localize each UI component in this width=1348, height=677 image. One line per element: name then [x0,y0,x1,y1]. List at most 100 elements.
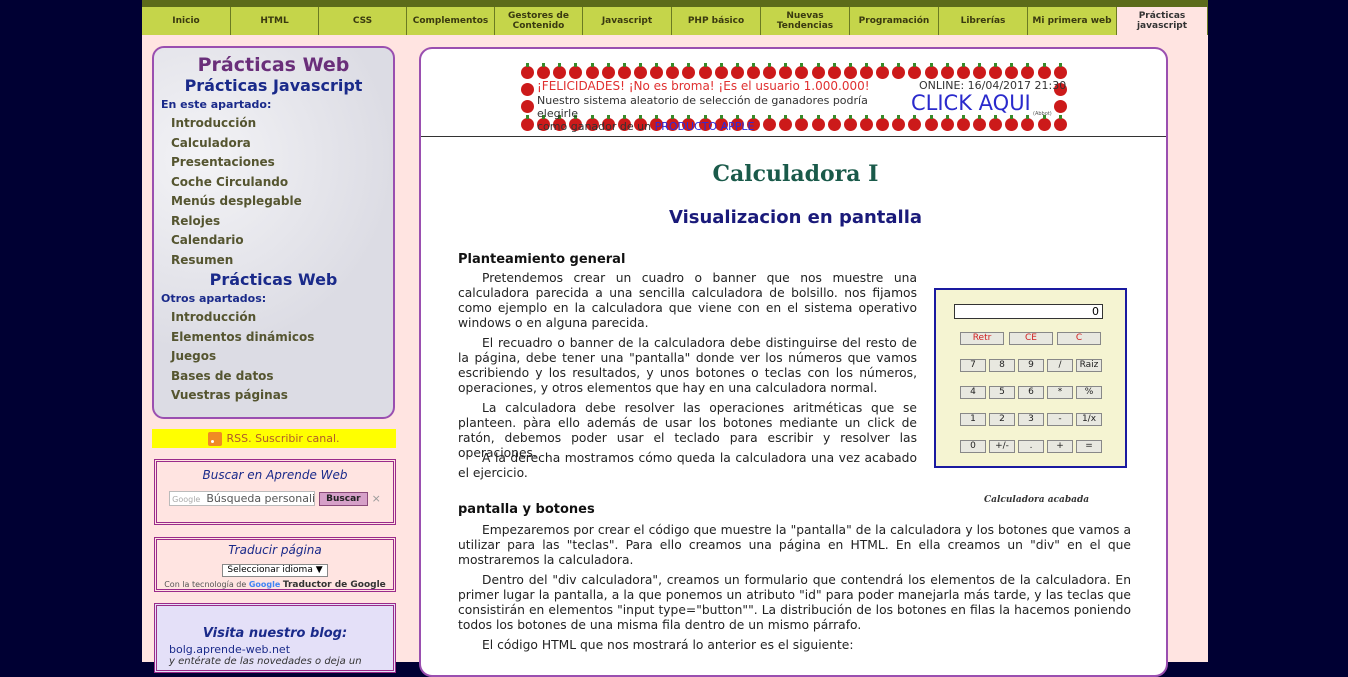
heading-planteamiento: Planteamiento general [458,252,626,267]
rss-icon [208,431,223,446]
apple-icon [1005,63,1019,79]
language-select[interactable]: Seleccionar idioma ▼ [222,564,328,577]
translate-title: Traducir página [228,543,322,557]
sidebar-link-bases[interactable]: Bases de datos [160,367,387,387]
calc-key: 5 [989,386,1015,399]
apple-icon [714,63,728,79]
google-logo: Google [248,580,281,589]
paragraph-2: El recuadro o banner de la calculadora d… [458,336,917,395]
sidebar-link-juegos[interactable]: Juegos [160,347,387,367]
banner-small: (Abbot) [1033,111,1052,117]
apple-icon [1021,115,1035,131]
apple-icon [940,115,954,131]
apple-icon [989,115,1003,131]
calc-key-ce: CE [1009,332,1053,345]
apple-left-2 [521,100,534,113]
nav-nuevas[interactable]: Nuevas Tendencias [761,7,850,35]
search-button[interactable]: Buscar [319,491,368,506]
sidebar-link-calendario[interactable]: Calendario [160,231,387,251]
blog-title: Visita nuestro blog: [202,626,348,641]
page-title: Calculadora I [712,161,879,187]
section2-caption: Otros apartados: [161,292,267,305]
apple-icon [908,63,922,79]
top-nav: Inicio HTML CSS Complementos Gestores de… [142,0,1208,35]
sidebar-title: Prácticas Web [197,54,350,76]
nav-practicas-javascript[interactable]: Prácticas javascript [1117,7,1208,35]
banner-product[interactable]: PRODUCTO APPLE [655,120,755,133]
apple-icon [972,63,986,79]
nav-mi-primera-web[interactable]: Mi primera web [1028,7,1117,35]
apple-icon [779,63,793,79]
nav-javascript[interactable]: Javascript [583,7,672,35]
section1-caption: En este apartado: [161,98,272,111]
sidebar-link-introduccion[interactable]: Introducción [160,114,387,134]
calc-key: / [1047,359,1073,372]
nav-programacion[interactable]: Programación [850,7,939,35]
search-widget: Buscar en Aprende Web Google Búsqueda per… [154,459,396,525]
heading-pantalla: pantalla y botones [458,502,595,517]
calc-key: - [1047,413,1073,426]
calc-key: 7 [960,359,986,372]
calc-key: 8 [989,359,1015,372]
apple-icon [1037,63,1051,79]
apple-icon [746,63,760,79]
apple-icon [908,115,922,131]
section1-title: Prácticas Javascript [184,76,363,95]
nav-php[interactable]: PHP básico [672,7,761,35]
sidebar-link-vuestras[interactable]: Vuestras páginas [160,386,387,406]
ad-banner[interactable]: ¡FELICIDADES! ¡No es broma! ¡Es el usuar… [521,63,1067,134]
sidebar-link-calculadora[interactable]: Calculadora [160,134,387,154]
apple-right-2 [1054,100,1067,113]
blog-link[interactable]: bolg.aprende-web.net [169,643,381,656]
sidebar-link-elementos[interactable]: Elementos dinámicos [160,328,387,348]
nav-gestores[interactable]: Gestores de Contenido [495,7,583,35]
nav-librerias[interactable]: Librerías [939,7,1028,35]
sidebar-link-relojes[interactable]: Relojes [160,212,387,232]
banner-headline: ¡FELICIDADES! ¡No es broma! ¡Es el usuar… [537,79,870,93]
apple-icon [617,63,631,79]
calc-key-c: C [1057,332,1101,345]
apple-icon [989,63,1003,79]
apple-icon [633,63,647,79]
calc-key: 1/x [1076,413,1102,426]
sidebar-link-introduccion-2[interactable]: Introducción [160,308,387,328]
apple-icon [924,63,938,79]
search-input[interactable]: Google Búsqueda personali [169,491,316,506]
calc-key: = [1076,440,1102,453]
apple-icon [859,63,873,79]
search-placeholder: Búsqueda personali [206,492,316,505]
rss-link[interactable]: RSS. Suscribir canal. [152,429,396,448]
banner-text: Nuestro sistema aleatorio de selección d… [537,94,868,133]
calculator-image: 0 Retr CE C 7 8 9/Raiz 4 5 6 *% 1 2 3-1/x 0 +/-. + = [934,288,1127,468]
sidebar-link-resumen[interactable]: Resumen [160,251,387,271]
section2-title: Prácticas Web [209,270,338,289]
sidebar-link-menus[interactable]: Menús desplegable [160,192,387,212]
clear-icon[interactable]: × [372,492,381,505]
apple-row-top [521,63,1067,80]
apple-icon [940,63,954,79]
calc-key: . [1018,440,1044,453]
apple-icon [569,63,583,79]
apple-icon [553,63,567,79]
banner-click[interactable]: CLICK AQUI [911,91,1031,115]
calculator-caption: Calculadora acabada [984,495,1090,505]
apple-icon [601,63,615,79]
apple-icon [1037,115,1051,131]
sidebar-link-presentaciones[interactable]: Presentaciones [160,153,387,173]
nav-complementos[interactable]: Complementos [407,7,495,35]
page: Inicio HTML CSS Complementos Gestores de… [142,0,1208,677]
apple-icon [682,63,696,79]
apple-icon [585,63,599,79]
nav-html[interactable]: HTML [231,7,319,35]
sidebar-menu: Prácticas Web Prácticas Javascript En es… [152,46,395,419]
paragraph-4: A la derecha mostramos cómo queda la cal… [458,451,917,480]
calc-key: +/- [989,440,1015,453]
apple-icon [698,63,712,79]
nav-css[interactable]: CSS [319,7,407,35]
apple-icon [650,63,664,79]
paragraph-5: Empezaremos por crear el código que mues… [458,523,1131,567]
blog-widget: Visita nuestro blog: bolg.aprende-web.ne… [154,603,396,673]
apple-icon [1053,63,1067,79]
nav-inicio[interactable]: Inicio [142,7,231,35]
sidebar-link-coche[interactable]: Coche Circulando [160,173,387,193]
